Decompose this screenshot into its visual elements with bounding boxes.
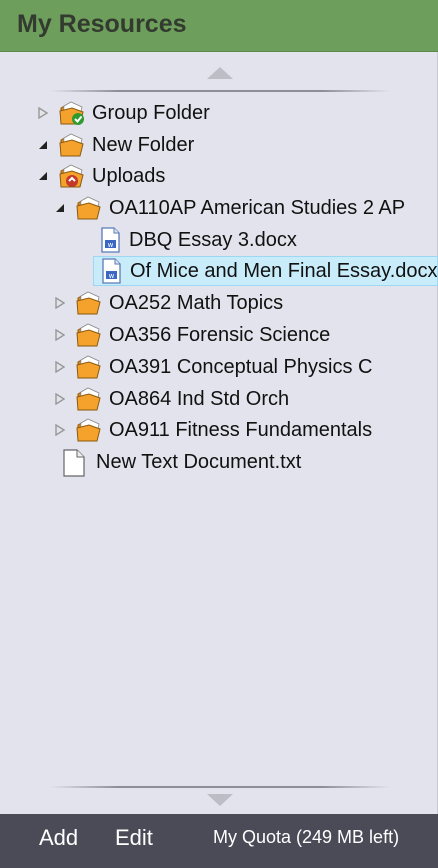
folder-icon — [75, 354, 103, 380]
tree-item-label: OA911 Fitness Fundamentals — [109, 418, 373, 441]
text-document-icon — [62, 449, 90, 477]
folder-icon — [75, 290, 103, 316]
tree-item-label: New Folder — [92, 133, 195, 156]
tree-item-label: New Text Document.txt — [96, 450, 302, 473]
expand-toggle-icon[interactable] — [36, 106, 50, 120]
folder-icon — [75, 322, 103, 348]
quota-status: My Quota (249 MB left) — [213, 827, 400, 847]
tree-item-label: Group Folder — [92, 101, 210, 124]
tree-item-of-mice-and-men[interactable]: w Of Mice and Men Final Essay.docx — [93, 256, 438, 286]
tree-item-oa391[interactable]: OA391 Conceptual Physics C — [53, 352, 372, 382]
tree-item-label: Of Mice and Men Final Essay.docx — [129, 259, 437, 282]
expand-toggle-icon[interactable] — [53, 296, 67, 310]
top-divider — [50, 90, 390, 92]
tree-item-group-folder[interactable]: Group Folder — [36, 98, 210, 128]
panel-header: My Resources — [0, 0, 438, 52]
tree-item-new-folder[interactable]: New Folder — [36, 130, 194, 160]
tree-item-uploads[interactable]: Uploads — [36, 161, 165, 191]
svg-text:w: w — [108, 241, 114, 249]
collapse-toggle-icon[interactable] — [36, 138, 50, 152]
tree-item-label: Uploads — [92, 164, 166, 187]
collapse-toggle-icon[interactable] — [36, 169, 50, 183]
bottom-divider — [50, 786, 390, 788]
expand-toggle-icon[interactable] — [53, 360, 67, 374]
folder-icon — [75, 386, 103, 412]
word-document-icon: w — [99, 227, 123, 253]
tree-item-oa252[interactable]: OA252 Math Topics — [53, 288, 283, 318]
folder-icon — [75, 417, 103, 443]
tree-item-label: OA110AP American Studies 2 AP — [109, 196, 406, 219]
svg-text:w: w — [109, 272, 115, 280]
tree-item-label: OA864 Ind Std Orch — [109, 387, 290, 410]
edit-button[interactable]: Edit — [115, 825, 153, 851]
expand-toggle-icon[interactable] — [53, 328, 67, 342]
upload-folder-icon — [58, 163, 86, 189]
shared-folder-icon — [58, 100, 86, 126]
scroll-up-arrow-icon[interactable] — [207, 67, 233, 79]
tree-item-label: DBQ Essay 3.docx — [129, 228, 297, 251]
tree-item-oa864[interactable]: OA864 Ind Std Orch — [53, 384, 289, 414]
expand-toggle-icon[interactable] — [53, 392, 67, 406]
tree-item-label: OA252 Math Topics — [109, 291, 284, 314]
folder-icon — [58, 132, 86, 158]
tree-item-new-text-document[interactable]: New Text Document.txt — [62, 447, 301, 477]
panel-footer: Add Edit My Quota (249 MB left) — [0, 814, 438, 868]
tree-item-dbq-essay[interactable]: w DBQ Essay 3.docx — [99, 225, 297, 255]
tree-item-oa356[interactable]: OA356 Forensic Science — [53, 320, 330, 350]
expand-toggle-icon[interactable] — [53, 423, 67, 437]
folder-icon — [75, 195, 103, 221]
collapse-toggle-icon[interactable] — [53, 201, 67, 215]
tree-item-label: OA356 Forensic Science — [109, 323, 331, 346]
tree-item-oa110ap[interactable]: OA110AP American Studies 2 AP — [53, 193, 405, 223]
add-button[interactable]: Add — [39, 825, 78, 851]
word-document-icon: w — [100, 258, 124, 284]
scroll-down-arrow-icon[interactable] — [207, 794, 233, 806]
tree-item-label: OA391 Conceptual Physics C — [109, 355, 373, 378]
page-title: My Resources — [17, 10, 187, 38]
tree-item-oa911[interactable]: OA911 Fitness Fundamentals — [53, 415, 372, 445]
